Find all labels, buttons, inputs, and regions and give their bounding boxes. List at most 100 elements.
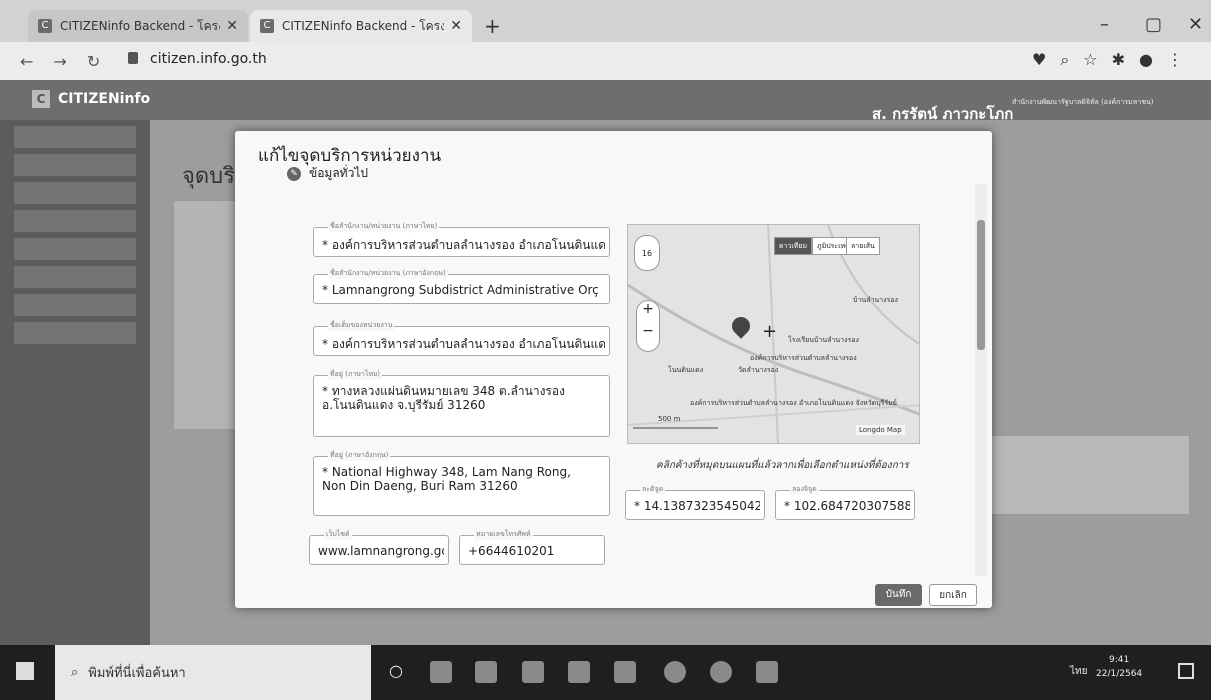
latitude-field[interactable]: ละติจูด * 14.1387323545042 <box>625 484 765 520</box>
task-view-icon[interactable] <box>430 661 452 683</box>
favicon-icon: C <box>260 19 274 33</box>
zoom-control: + − <box>636 300 660 352</box>
back-icon[interactable]: ← <box>20 52 33 71</box>
cortana-icon[interactable]: ○ <box>385 661 407 683</box>
map-type-satellite[interactable]: ดาวเทียม <box>774 237 813 255</box>
org-name-field[interactable]: ชื่อเต็มของหน่วยงาน * องค์การบริหารส่วนต… <box>313 320 610 356</box>
map-hint: คลิกค้างที่หมุดบนแผนที่แล้วลากเพื่อเลือก… <box>656 460 909 471</box>
sidebar-item[interactable] <box>14 294 136 316</box>
field-label: หมายเลขโทรศัพท์ <box>474 529 533 540</box>
file-explorer-icon[interactable] <box>475 661 497 683</box>
chrome-icon[interactable] <box>710 661 732 683</box>
map-label: องค์การบริหารส่วนตำบลลำนางรอง อำเภอโนนดิ… <box>690 399 897 407</box>
notification-icon[interactable] <box>1178 663 1194 679</box>
map-label: โรงเรียนบ้านลำนางรอง <box>788 336 859 344</box>
forward-icon[interactable]: → <box>53 52 66 71</box>
modal-scrollbar[interactable] <box>975 184 987 576</box>
sidebar-item[interactable] <box>14 182 136 204</box>
sidebar <box>0 120 150 645</box>
app-topbar: C CITIZENinfo ส. กรรัตน์ ภาวกะโภก สำนักง… <box>0 80 1211 123</box>
user-name[interactable]: ส. กรรัตน์ ภาวกะโภก <box>872 102 1013 126</box>
lock-icon <box>128 52 138 64</box>
field-value: * องค์การบริหารส่วนตำบลลำนางรอง อำเภอโนน… <box>322 238 605 252</box>
crosshair-icon: + <box>762 321 778 342</box>
input-language[interactable]: ไทย <box>1070 664 1087 679</box>
sidebar-item[interactable] <box>14 210 136 232</box>
search-placeholder: พิมพ์ที่นี่เพื่อค้นหา <box>88 666 186 681</box>
field-value: +6644610201 <box>468 544 555 558</box>
field-label: ชื่อสำนักงาน/หน่วยงาน (ภาษาอังกฤษ) <box>328 268 448 279</box>
field-value: * 14.1387323545042 <box>634 499 760 513</box>
browser-tab-active[interactable]: C CITIZENinfo Backend - โครงการฯ ✕ <box>250 10 472 42</box>
name-en-field[interactable]: ชื่อสำนักงาน/หน่วยงาน (ภาษาอังกฤษ) * Lam… <box>313 268 610 304</box>
logo-icon: C <box>32 90 50 108</box>
cancel-button[interactable]: ยกเลิก <box>929 584 977 606</box>
maximize-button[interactable]: ▢ <box>1145 14 1162 35</box>
map-type-roadmap[interactable]: ลายเส้น <box>846 237 880 255</box>
map-label: วัดลำนางรอง <box>738 366 779 374</box>
app-icon[interactable] <box>568 661 590 683</box>
clock-time: 9:41 <box>1108 655 1130 665</box>
map-widget[interactable]: 16 + − ดาวเทียม ภูมิประเทศ ลายเส้น บ้านล… <box>627 224 920 444</box>
background-table <box>990 435 1190 515</box>
sidebar-item[interactable] <box>14 154 136 176</box>
search-icon: ⌕ <box>71 665 79 680</box>
map-label: บ้านลำนางรอง <box>853 296 898 304</box>
field-value: * Lamnangrong Subdistrict Administrative… <box>322 283 599 297</box>
sidebar-item[interactable] <box>14 322 136 344</box>
sidebar-item[interactable] <box>14 126 136 148</box>
close-tab-icon[interactable]: ✕ <box>450 18 462 34</box>
name-th-field[interactable]: ชื่อสำนักงาน/หน่วยงาน (ภาษาไทย) * องค์กา… <box>313 221 610 257</box>
section-header: ✎ ข้อมูลทั่วไป <box>287 164 368 183</box>
word-icon[interactable] <box>756 661 778 683</box>
app-icon[interactable] <box>522 661 544 683</box>
field-value: * National Highway 348, Lam Nang Rong, N… <box>322 465 571 493</box>
address-en-textarea[interactable]: ที่อยู่ (ภาษาอังกฤษ) * National Highway … <box>313 450 610 516</box>
windows-taskbar: ⌕ พิมพ์ที่นี่เพื่อค้นหา ○ ไทย 9:41 22/1/… <box>0 645 1211 700</box>
phone-field[interactable]: หมายเลขโทรศัพท์ +6644610201 <box>459 529 605 565</box>
field-value: www.lamnangrong.go <box>318 544 444 558</box>
zoom-level[interactable]: 16 <box>634 235 660 271</box>
browser-tab[interactable]: C CITIZENinfo Backend - โครงการฯ ✕ <box>28 10 248 42</box>
zoom-out-button[interactable]: − <box>637 323 659 339</box>
field-value: * ทางหลวงแผ่นดินหมายเลข 348 ต.ลำนางรอง อ… <box>322 384 565 412</box>
user-org: สำนักงานพัฒนารัฐบาลดิจิทัล (องค์การมหาชน… <box>1012 98 1154 106</box>
reload-icon[interactable]: ↻ <box>87 52 100 71</box>
address-bar-row: ← → ↻ citizen.info.go.th ♥⌕☆✱●⋮ <box>0 42 1211 80</box>
sidebar-item[interactable] <box>14 266 136 288</box>
address-th-textarea[interactable]: ที่อยู่ (ภาษาไทย) * ทางหลวงแผ่นดินหมายเล… <box>313 369 610 437</box>
clock-date: 22/1/2564 <box>1096 669 1143 679</box>
scrollbar-thumb[interactable] <box>977 220 985 350</box>
sidebar-item[interactable] <box>14 238 136 260</box>
page-title: จุดบริ <box>182 164 235 189</box>
url-field[interactable]: citizen.info.go.th <box>150 51 267 67</box>
field-label: ชื่อเต็มของหน่วยงาน <box>328 320 395 331</box>
favicon-icon: C <box>38 19 52 33</box>
zoom-in-button[interactable]: + <box>637 301 659 317</box>
field-label: ที่อยู่ (ภาษาอังกฤษ) <box>328 450 391 461</box>
browser-tab-strip: C CITIZENinfo Backend - โครงการฯ ✕ C CIT… <box>0 0 1211 42</box>
minimize-button[interactable]: – <box>1100 14 1109 35</box>
save-button[interactable]: บันทึก <box>875 584 922 606</box>
system-clock[interactable]: 9:41 22/1/2564 <box>1096 653 1142 681</box>
field-label: ที่อยู่ (ภาษาไทย) <box>328 369 382 380</box>
map-scale: 500 m <box>658 415 681 423</box>
field-value: * องค์การบริหารส่วนตำบลลำนางรอง อำเภอโนน… <box>322 337 605 351</box>
longitude-field[interactable]: ลองจิจูด * 102.6847203075885 <box>775 484 915 520</box>
info-icon: ✎ <box>287 166 301 181</box>
browser-toolbar-icons[interactable]: ♥⌕☆✱●⋮ <box>1032 50 1197 70</box>
map-label: องค์การบริหารส่วนตำบลลำนางรอง <box>750 354 857 362</box>
brand-logo[interactable]: C CITIZENinfo <box>32 90 150 108</box>
calculator-icon[interactable] <box>614 661 636 683</box>
taskbar-search[interactable]: ⌕ พิมพ์ที่นี่เพื่อค้นหา <box>55 645 371 700</box>
windows-start-icon[interactable] <box>16 662 34 680</box>
new-tab-button[interactable]: + <box>484 14 501 38</box>
line-icon[interactable] <box>664 661 686 683</box>
field-label: ชื่อสำนักงาน/หน่วยงาน (ภาษาไทย) <box>328 221 440 232</box>
field-label: ละติจูด <box>640 484 666 495</box>
close-tab-icon[interactable]: ✕ <box>226 18 238 34</box>
field-value: * 102.6847203075885 <box>784 499 910 513</box>
website-field[interactable]: เว็บไซต์ www.lamnangrong.go <box>309 529 449 565</box>
tab-title: CITIZENinfo Backend - โครงการฯ <box>282 18 445 33</box>
close-window-button[interactable]: ✕ <box>1188 14 1203 35</box>
